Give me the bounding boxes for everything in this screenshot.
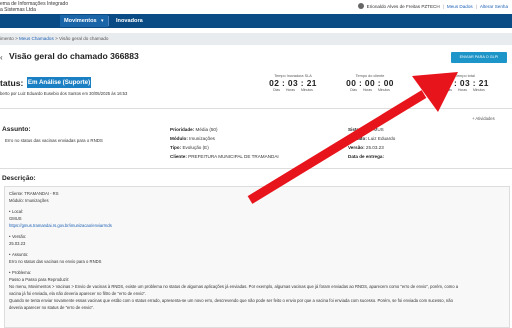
breadcrumb-meus-chamados[interactable]: Meus Chamados — [19, 36, 54, 41]
description-label: Descrição: — [2, 175, 36, 182]
breadcrumb-start[interactable]: imento — [0, 36, 14, 41]
subject-text: Erro no status das vacinas enviadas para… — [5, 138, 103, 143]
field-versao: Versão: 25.03.23 — [348, 145, 384, 150]
desc-line: • Versão: — [9, 234, 27, 239]
timer-cliente: Tempo do cliente 00 : 00 : 00 Dias Horas M… — [346, 74, 394, 92]
desc-link[interactable]: https://gmus.tramandai.rs.gov.br/imuniza… — [9, 223, 112, 228]
main-navbar: Movimentos ▾ Inovadora — [0, 14, 512, 28]
desc-line: vacina já foi enviada, ela não deveria a… — [9, 291, 147, 296]
back-arrow-icon[interactable]: ‹ — [0, 53, 3, 62]
field-cliente: Cliente: PREFEITURA MUNICIPAL DE TRAMAND… — [170, 154, 279, 159]
breadcrumb: imento > Meus Chamados > Visão geral do … — [0, 33, 512, 45]
status-label: tatus: — [0, 78, 24, 88]
field-prioridade: Prioridade: Média (50) — [170, 127, 218, 132]
desc-line: • Assunto: — [9, 252, 29, 257]
field-modulo: Módulo: Imunizações — [170, 136, 215, 141]
desc-line: Cliente: TRAMANDAI - RS — [9, 191, 59, 196]
nav-item-movimentos[interactable]: Movimentos — [64, 14, 97, 28]
user-area: Erionaldo Alves de Freitas PZTECH | Meus… — [357, 3, 508, 9]
brand-text: ema de Informações Integrado a Sistemas … — [0, 1, 68, 13]
desc-line: Quando se tenta enviar novamente essas v… — [9, 298, 453, 303]
opened-by-text: berto por Luiz Eduardo Eusebio dos Santo… — [0, 91, 128, 96]
desc-line: • Problema: — [9, 270, 32, 275]
desc-line: • Local: — [9, 209, 24, 214]
nav-item-inovadora[interactable]: Inovadora — [116, 14, 143, 28]
desc-line: Módulo: Imunizações — [9, 198, 49, 203]
desc-line: deveria aparecer no status de "erro de e… — [9, 305, 95, 310]
send-to-glpi-button[interactable]: ENVIAR PARA O GLPI — [451, 52, 507, 63]
description-box: Cliente: TRAMANDAI - RS Módulo: Imunizaç… — [4, 186, 510, 328]
divider — [0, 108, 512, 109]
timer-inovadora-sla: Tempo Inovadora SLA 02 : 03 : 21 Dias Hor… — [269, 74, 317, 92]
field-sistema: Sistema: G-MUS — [348, 127, 384, 132]
user-name: Erionaldo Alves de Freitas PZTECH — [366, 3, 440, 9]
chevron-down-icon: ▾ — [101, 18, 104, 24]
field-data-entrega: Data de entrega: — [348, 154, 384, 159]
timer-total: Tempo total 02 : 03 : 21 Dias Horas Minuto… — [441, 74, 489, 92]
desc-line: No menu, Movimentos > Vacinas > Envio de… — [9, 284, 459, 289]
desc-line: GMUS — [9, 216, 22, 221]
user-icon — [357, 3, 364, 9]
status-badge: Em Análise (Suporte) — [27, 77, 91, 88]
divider — [0, 168, 512, 169]
desc-line: Erro no status das vacinas no envio para… — [9, 259, 102, 264]
top-header: ema de Informações Integrado a Sistemas … — [0, 0, 512, 14]
desc-line: 25.03.23 — [9, 241, 26, 246]
desc-line: Passo a Passo para Reproduzir: — [9, 277, 70, 282]
activities-link[interactable]: + Atividades — [472, 116, 495, 121]
field-contato: Contato: Luiz Eduardo — [348, 136, 396, 141]
subject-label: Assunto: — [2, 126, 31, 133]
my-data-link[interactable]: Meus Dados — [447, 4, 473, 9]
brand-line-2: a Sistemas Ltda — [0, 7, 36, 13]
change-password-link[interactable]: Alterar Senha — [480, 4, 508, 9]
page-title: Visão geral do chamado 366883 — [9, 51, 139, 61]
breadcrumb-current: Visão geral do chamado — [59, 36, 109, 41]
field-tipo: Tipo: Evolução (E) — [170, 145, 209, 150]
